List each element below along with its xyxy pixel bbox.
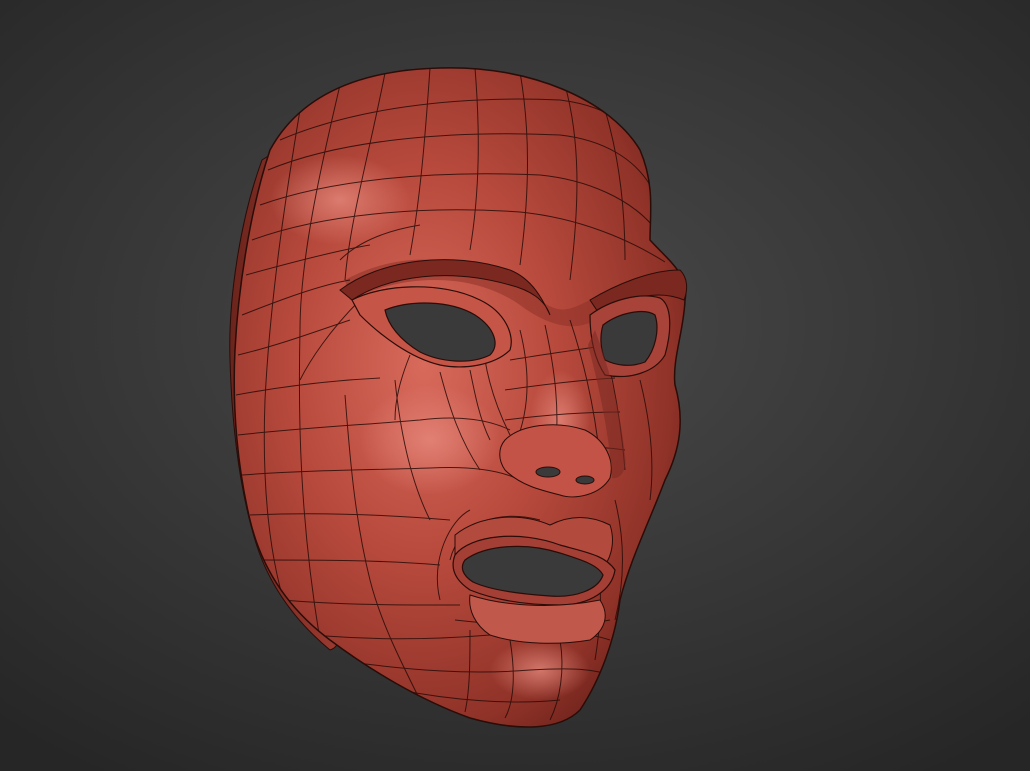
mask-render (229, 67, 688, 728)
nostril (535, 466, 561, 478)
nostril-right (575, 475, 595, 485)
cheek-highlight (360, 385, 500, 495)
chin-highlight (490, 640, 590, 700)
3d-viewport[interactable] (0, 0, 1030, 771)
